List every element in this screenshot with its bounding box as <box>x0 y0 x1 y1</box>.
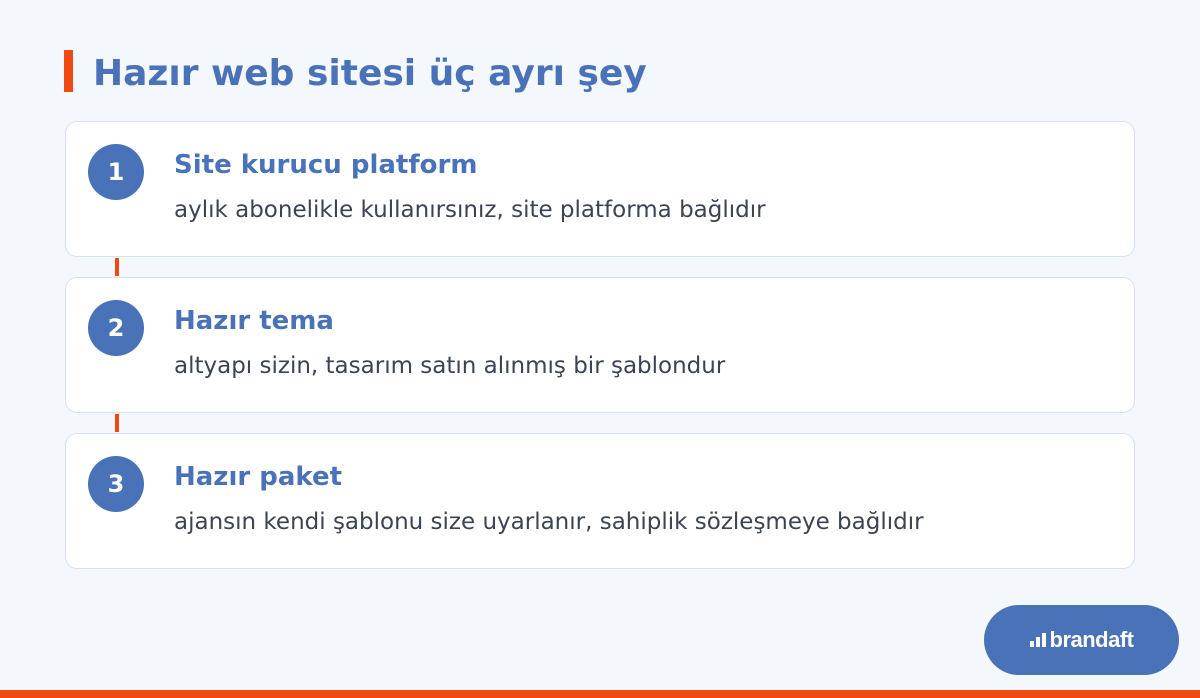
step-title: Hazır paket <box>174 462 343 492</box>
bar-chart-icon <box>1029 633 1048 647</box>
step-title: Hazır tema <box>174 306 334 336</box>
title-accent-bar <box>64 50 73 92</box>
step-number-badge: 3 <box>88 456 144 512</box>
step-card-3: 3 Hazır paket ajansın kendi şablonu size… <box>65 433 1135 569</box>
step-card-2: 2 Hazır tema altyapı sizin, tasarım satı… <box>65 277 1135 413</box>
step-number-badge: 2 <box>88 300 144 356</box>
bottom-accent-bar <box>0 690 1200 698</box>
step-connector-2-3 <box>115 414 119 432</box>
brand-logo[interactable]: brandaft <box>984 605 1179 675</box>
brand-logo-text: brandaft <box>1049 627 1135 652</box>
step-card-1: 1 Site kurucu platform aylık abonelikle … <box>65 121 1135 257</box>
step-number-badge: 1 <box>88 144 144 200</box>
step-title: Site kurucu platform <box>174 150 478 180</box>
step-description: altyapı sizin, tasarım satın alınmış bir… <box>174 353 726 379</box>
step-description: aylık abonelikle kullanırsınız, site pla… <box>174 197 766 223</box>
step-connector-1-2 <box>115 258 119 276</box>
page-title: Hazır web sitesi üç ayrı şey <box>93 53 647 94</box>
step-description: ajansın kendi şablonu size uyarlanır, sa… <box>174 509 924 535</box>
